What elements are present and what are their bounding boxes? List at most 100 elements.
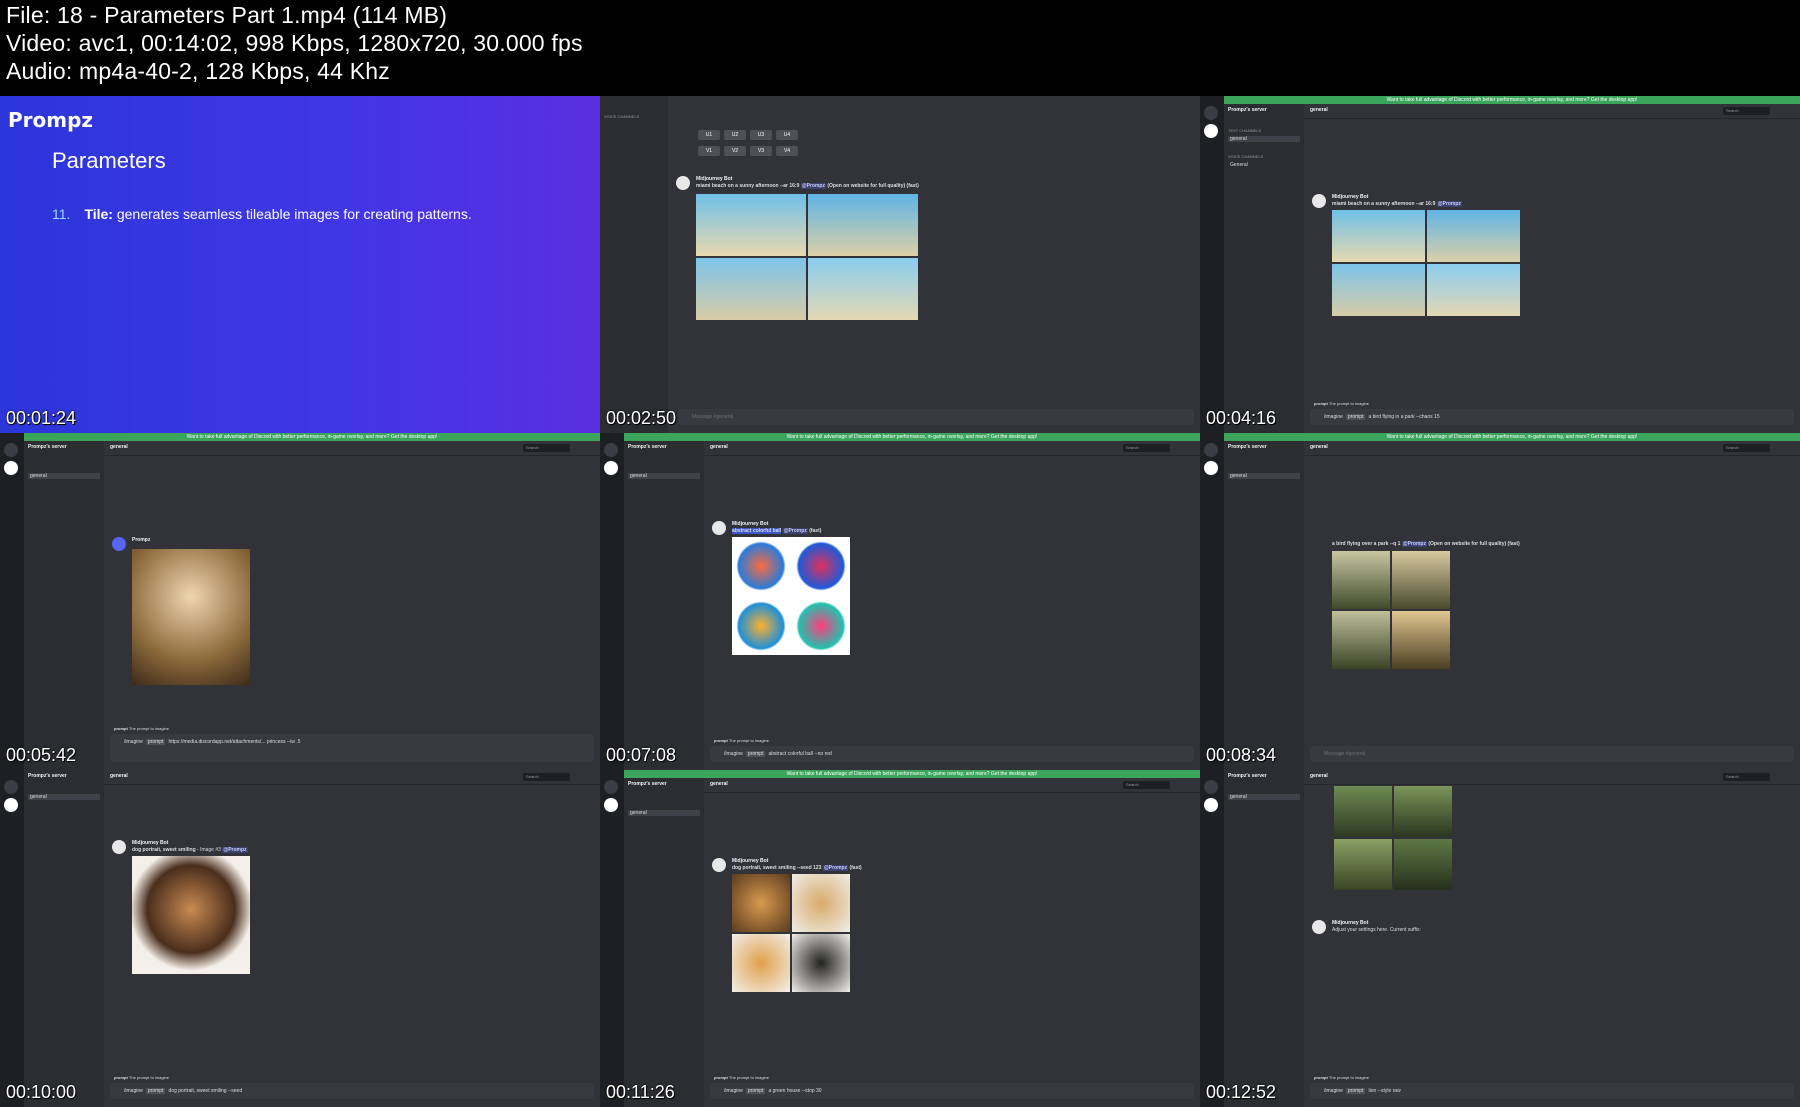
message-input[interactable]: Message #general <box>678 409 1194 425</box>
v4-button[interactable]: V4 <box>776 146 798 156</box>
prompt-text: dog portrait, sweet smiling - Image #3 @… <box>132 847 248 853</box>
thumbnail-slide: Prompz Parameters 11. Tile: generates sea… <box>0 96 600 433</box>
channel-title: general <box>710 781 728 787</box>
search-input[interactable]: Search <box>1723 107 1770 115</box>
dog-image[interactable] <box>132 856 250 974</box>
timestamp: 00:02:50 <box>606 408 677 428</box>
server-rail <box>0 770 24 1107</box>
server-rail <box>1200 433 1224 770</box>
channel-header: general Search <box>1304 104 1800 119</box>
chat-area: general Search Midjourney Bot dog portrai… <box>104 770 600 1107</box>
image-grid[interactable] <box>732 874 850 992</box>
channel-general[interactable]: general <box>28 473 100 479</box>
thumbnail-discord: Want to take full advantage of Discord w… <box>1200 96 1800 433</box>
settings-text: Adjust your settings here. Current suffi… <box>1332 927 1421 933</box>
timestamp: 00:10:00 <box>6 1082 77 1102</box>
channel-general[interactable]: general <box>628 810 700 816</box>
user-avatar <box>112 537 126 551</box>
message-input[interactable]: Message #general <box>1310 746 1794 762</box>
item-text: generates seamless tileable images for c… <box>112 206 472 222</box>
timestamp: 00:07:08 <box>606 745 677 765</box>
u3-button[interactable]: U3 <box>750 130 772 140</box>
v1-button[interactable]: V1 <box>698 146 720 156</box>
channel-header: general Search <box>104 441 600 456</box>
command-input[interactable]: prompt The prompt to imagine /imagine pro… <box>1310 1075 1794 1099</box>
image-cell <box>808 258 918 320</box>
u2-button[interactable]: U2 <box>724 130 746 140</box>
u4-button[interactable]: U4 <box>776 130 798 140</box>
bot-avatar <box>712 521 726 535</box>
prompt-hint: prompt The prompt to imagine <box>114 726 169 731</box>
search-input[interactable]: Search <box>1723 773 1770 781</box>
thumbnail-discord: Want to take full advantage of Discord w… <box>0 433 600 770</box>
search-input[interactable]: Search <box>1723 444 1770 452</box>
channel-title: general <box>1310 444 1328 450</box>
image-grid[interactable] <box>1334 786 1452 890</box>
server-rail <box>600 433 624 770</box>
channel-sidebar: Prompz's server general <box>624 441 704 770</box>
channel-sidebar: Prompz's server general <box>1224 441 1304 770</box>
desktop-app-banner: Want to take full advantage of Discord w… <box>624 770 1200 778</box>
server-name[interactable]: Prompz's server <box>28 773 67 779</box>
command-input[interactable]: prompt The prompt to imagine /imagine pro… <box>710 1075 1194 1099</box>
user-name: Prompz <box>132 537 151 543</box>
bot-name: Midjourney Bot <box>732 858 769 864</box>
bot-name: Midjourney Bot <box>132 840 169 846</box>
channel-sidebar: Prompz's server general <box>24 441 104 770</box>
search-input[interactable]: Search <box>523 773 570 781</box>
channel-title: general <box>1310 773 1328 779</box>
discord-home-icon[interactable] <box>1204 106 1218 120</box>
prompt-hint: prompt The prompt to imagine <box>714 1075 769 1080</box>
image-grid[interactable] <box>696 194 918 320</box>
server-name[interactable]: Prompz's server <box>1228 773 1267 779</box>
server-icon[interactable] <box>1204 124 1218 138</box>
channel-general[interactable]: general <box>1228 136 1300 142</box>
server-name[interactable]: Prompz's server <box>28 444 67 450</box>
command-input[interactable]: prompt The prompt to imagine /imagine pro… <box>710 738 1194 762</box>
princess-image[interactable] <box>132 549 250 685</box>
timestamp: 00:04:16 <box>1206 408 1277 428</box>
prompt-text: abstract colorful ball @Prompz (fast) <box>732 528 822 534</box>
command-input[interactable]: prompt The prompt to imagine /imagine pro… <box>1310 401 1794 425</box>
image-grid[interactable] <box>732 537 850 655</box>
channel-header: general Search <box>104 770 600 785</box>
v2-button[interactable]: V2 <box>724 146 746 156</box>
channel-general[interactable]: general <box>628 473 700 479</box>
channel-general[interactable]: general <box>1228 794 1300 800</box>
bot-avatar <box>676 176 690 190</box>
upscale-buttons: U1 U2 U3 U4 <box>698 130 798 140</box>
bot-message: Midjourney Bot miami beach on a sunny af… <box>676 176 1096 376</box>
u1-button[interactable]: U1 <box>698 130 720 140</box>
channel-title: general <box>110 444 128 450</box>
image-grid[interactable] <box>1332 210 1520 316</box>
bot-name: Midjourney Bot <box>696 176 733 182</box>
server-name[interactable]: Prompz's server <box>1228 444 1267 450</box>
prompt-hint: prompt The prompt to imagine <box>1314 1075 1369 1080</box>
prompt-hint: prompt The prompt to imagine <box>714 738 769 743</box>
search-input[interactable]: Search <box>1123 781 1170 789</box>
channel-general[interactable]: general <box>1228 473 1300 479</box>
server-rail <box>1200 96 1224 433</box>
v3-button[interactable]: V3 <box>750 146 772 156</box>
server-name[interactable]: Prompz's server <box>628 781 667 787</box>
search-input[interactable]: Search <box>523 444 570 452</box>
channel-general[interactable]: general <box>28 794 100 800</box>
command-input[interactable]: prompt The prompt to imagine /imagine pro… <box>110 1075 594 1099</box>
server-name[interactable]: Prompz's server <box>1228 107 1267 113</box>
bot-message: Midjourney Bot dog portrait, sweet smili… <box>112 840 492 1040</box>
thumbnail-discord: Want to take full advantage of Discord w… <box>600 433 1200 770</box>
command-input[interactable]: prompt The prompt to imagine /imagine pro… <box>110 726 594 762</box>
voice-general[interactable]: General <box>1230 162 1248 168</box>
image-grid[interactable] <box>1332 551 1450 669</box>
prompt-text: miami beach on a sunny afternoon --ar 16… <box>1332 201 1462 207</box>
image-cell <box>696 258 806 320</box>
file-name-text: File: 18 - Parameters Part 1.mp4 (114 MB… <box>6 2 448 28</box>
command-text: /imagine prompt https://media.discordapp.n… <box>124 739 301 745</box>
chat-area: general Search Midjourney Bot Adjust your… <box>1304 770 1800 1107</box>
search-input[interactable]: Search <box>1123 444 1170 452</box>
server-name[interactable]: Prompz's server <box>628 444 667 450</box>
bot-avatar <box>712 858 726 872</box>
timestamp: 00:08:34 <box>1206 745 1277 765</box>
bot-avatar <box>1312 194 1326 208</box>
slide-list-item: 11. Tile: generates seamless tileable ima… <box>52 206 472 222</box>
